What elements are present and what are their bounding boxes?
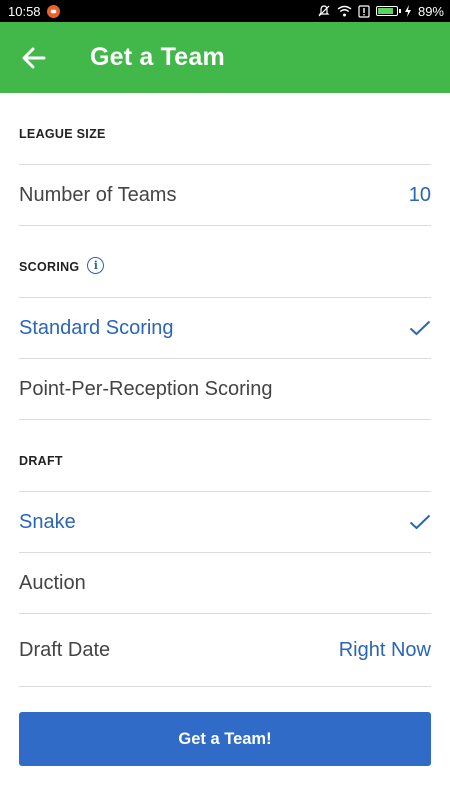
- settings-content: LEAGUE SIZE Number of Teams 10 SCORING i…: [19, 93, 431, 687]
- draft-option-auction[interactable]: Auction: [19, 552, 431, 613]
- status-left: 10:58: [8, 4, 60, 19]
- battery-icon: [375, 6, 401, 16]
- battery-level-fill: [377, 8, 394, 14]
- draft-date-value: Right Now: [338, 638, 431, 661]
- scoring-option-label: Point-Per-Reception Scoring: [19, 377, 273, 400]
- info-icon[interactable]: i: [87, 257, 105, 274]
- app-notification-icon: [46, 4, 60, 18]
- section-title: LEAGUE SIZE: [19, 127, 106, 141]
- page-title: Get a Team: [90, 43, 225, 71]
- section-title: DRAFT: [19, 454, 63, 468]
- scoring-option-label: Standard Scoring: [19, 316, 174, 339]
- back-arrow-icon: [22, 47, 46, 68]
- draft-date-row[interactable]: Draft Date Right Now: [19, 613, 431, 687]
- checkmark-icon: [409, 514, 431, 530]
- alert-icon: [358, 4, 370, 18]
- section-title: SCORING: [19, 260, 80, 274]
- section-header-scoring: SCORING i: [19, 257, 431, 297]
- app-bar: Get a Team: [0, 22, 450, 93]
- number-of-teams-value: 10: [408, 183, 431, 206]
- scoring-option-ppr[interactable]: Point-Per-Reception Scoring: [19, 358, 431, 420]
- mute-icon: [317, 4, 331, 18]
- draft-option-snake[interactable]: Snake: [19, 491, 431, 552]
- status-bar: 10:58 89%: [0, 0, 450, 22]
- battery-percent: 89%: [417, 3, 444, 19]
- checkmark-icon: [409, 320, 431, 336]
- number-of-teams-label: Number of Teams: [19, 183, 177, 206]
- scoring-option-standard[interactable]: Standard Scoring: [19, 297, 431, 358]
- number-of-teams-row[interactable]: Number of Teams 10: [19, 164, 431, 226]
- wifi-icon: [337, 5, 352, 17]
- get-a-team-button[interactable]: Get a Team!: [19, 712, 431, 766]
- status-right: 89%: [317, 4, 444, 19]
- draft-option-label: Snake: [19, 510, 76, 533]
- section-header-draft: DRAFT: [19, 454, 431, 491]
- draft-option-label: Auction: [19, 571, 86, 594]
- section-header-league-size: LEAGUE SIZE: [19, 127, 431, 164]
- draft-date-label: Draft Date: [19, 638, 111, 661]
- charging-icon: [404, 5, 412, 17]
- back-button[interactable]: [20, 44, 48, 72]
- status-time: 10:58: [8, 3, 41, 19]
- get-a-team-button-label: Get a Team!: [178, 729, 272, 748]
